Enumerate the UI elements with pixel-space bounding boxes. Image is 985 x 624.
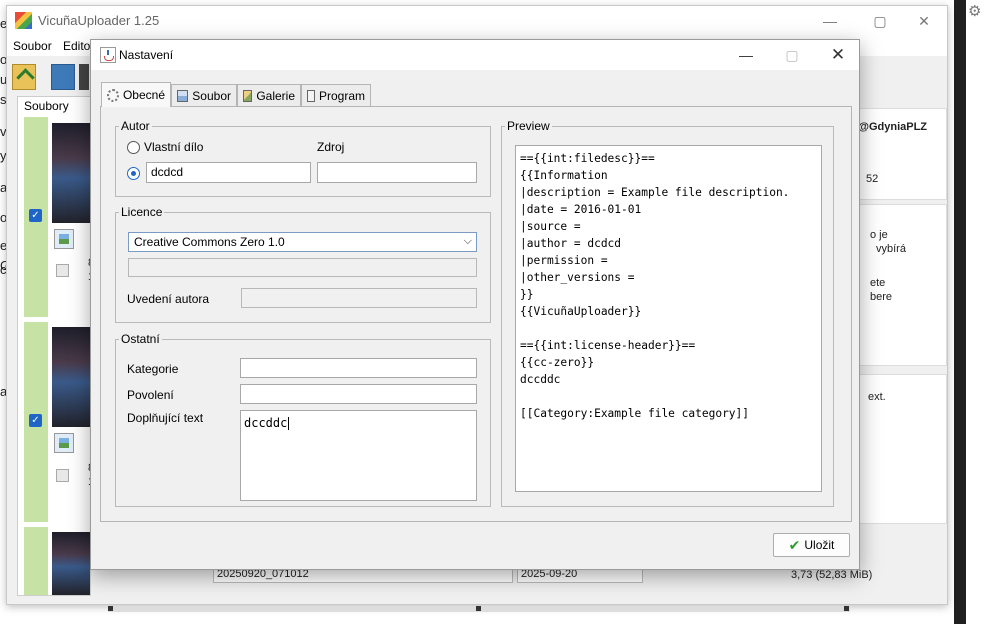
tab-program[interactable]: Program [301, 84, 371, 106]
author-legend: Autor [121, 119, 150, 133]
dark-strip [954, 0, 966, 624]
tab-label: Program [318, 88, 365, 103]
image-icon [177, 89, 189, 102]
window-icon [307, 89, 315, 102]
book-icon[interactable] [51, 64, 75, 90]
tab-label: Soubor [192, 88, 231, 103]
detail-fragment: ext. [868, 391, 886, 403]
gear-icon [107, 88, 119, 102]
close-icon[interactable]: ✕ [815, 40, 861, 70]
save-icon[interactable] [79, 64, 89, 90]
scroll-handle[interactable] [108, 606, 113, 611]
source-input[interactable] [317, 162, 477, 183]
detail-fragment: o je [870, 229, 888, 241]
detail-number: 52 [866, 173, 879, 185]
minimize-icon[interactable]: — [723, 40, 769, 70]
tab-label: Obecné [122, 88, 165, 102]
author-group: Autor [115, 119, 491, 197]
file-thumbnail [52, 123, 90, 223]
tab-obecne[interactable]: Obecné [101, 82, 171, 107]
category-input[interactable] [240, 358, 477, 378]
scroll-handle[interactable] [844, 606, 849, 611]
files-header: Soubory [24, 99, 69, 113]
menu-soubor[interactable]: Soubor [13, 39, 52, 53]
license-select-value: Creative Commons Zero 1.0 [134, 235, 285, 249]
file-thumbnail [52, 532, 90, 595]
extra-text-label: Doplňující text [127, 411, 204, 425]
gear-icon[interactable]: ⚙ [968, 2, 981, 20]
detail-size: 3,73 (52,83 MiB) [791, 569, 873, 581]
license-legend: Licence [121, 205, 163, 219]
file-checkbox-secondary[interactable] [56, 264, 69, 277]
app-logo-icon [15, 12, 32, 29]
main-title-bar: VicuñaUploader 1.25 — ▢ ✕ [7, 6, 947, 36]
file-checkbox[interactable]: ✓ [29, 209, 42, 222]
own-work-radio[interactable] [127, 141, 140, 154]
dialog-title-bar: Nastavení — ▢ ✕ [91, 40, 859, 70]
author-radio[interactable] [127, 167, 140, 180]
close-icon[interactable]: ✕ [901, 6, 947, 36]
save-button[interactable]: ✔ Uložit [773, 533, 850, 557]
preview-text[interactable]: =={{int:filedesc}}== {{Information |desc… [515, 145, 822, 492]
menu-edit[interactable]: Edito [63, 39, 90, 53]
text-caret [288, 417, 290, 430]
attribution-input [241, 288, 477, 308]
scroll-handle[interactable] [476, 606, 481, 611]
background-right-edge: ⚙ [948, 0, 985, 624]
main-window-title: VicuñaUploader 1.25 [38, 13, 160, 28]
license-select[interactable]: Creative Commons Zero 1.0 ⌵ [128, 232, 477, 252]
tab-label: Galerie [256, 88, 295, 103]
file-checkbox[interactable]: ✓ [29, 414, 42, 427]
extra-text-value: dccddc [244, 416, 288, 430]
license-detail-field [128, 258, 477, 277]
tab-soubor[interactable]: Soubor [171, 84, 237, 106]
file-checkbox-secondary[interactable] [56, 469, 69, 482]
image-icon[interactable] [54, 433, 74, 453]
maximize-icon[interactable]: ▢ [857, 6, 903, 36]
other-legend: Ostatní [121, 332, 160, 346]
dialog-title: Nastavení [119, 48, 174, 62]
file-item-strip[interactable] [24, 527, 48, 595]
permission-label: Povolení [127, 388, 174, 402]
attribution-label: Uvedení autora [127, 292, 210, 306]
files-pane: Soubory ✓ 8 1 ✓ 8 1 [17, 96, 94, 596]
image-icon[interactable] [54, 229, 74, 249]
gallery-icon [243, 89, 253, 102]
save-button-label: Uložit [804, 538, 835, 552]
checkmark-icon: ✔ [788, 536, 801, 553]
file-thumbnail [52, 327, 90, 427]
extra-text-area[interactable]: dccddc [240, 410, 477, 501]
java-icon [100, 47, 116, 63]
tab-panel-obecne: Autor Vlastní dílo Zdroj dcdcd Licence C… [100, 106, 852, 522]
open-folder-icon[interactable] [12, 64, 36, 90]
source-label: Zdroj [317, 140, 345, 154]
detail-fragment: vybírá [876, 243, 906, 255]
minimize-icon[interactable]: — [807, 6, 853, 36]
permission-input[interactable] [240, 384, 477, 404]
author-input[interactable]: dcdcd [146, 162, 311, 183]
category-label: Kategorie [127, 362, 179, 376]
detail-fragment: bere [870, 291, 893, 303]
tab-galerie[interactable]: Galerie [237, 84, 301, 106]
maximize-icon: ▢ [785, 46, 799, 63]
horizontal-scrollbar[interactable] [108, 606, 850, 612]
settings-dialog: Nastavení — ▢ ✕ Obecné Soubor Galerie Pr… [90, 39, 860, 570]
preview-legend: Preview [507, 119, 550, 133]
detail-fragment: ete [870, 277, 886, 289]
chevron-down-icon: ⌵ [463, 235, 472, 247]
own-work-label: Vlastní dílo [144, 140, 204, 154]
